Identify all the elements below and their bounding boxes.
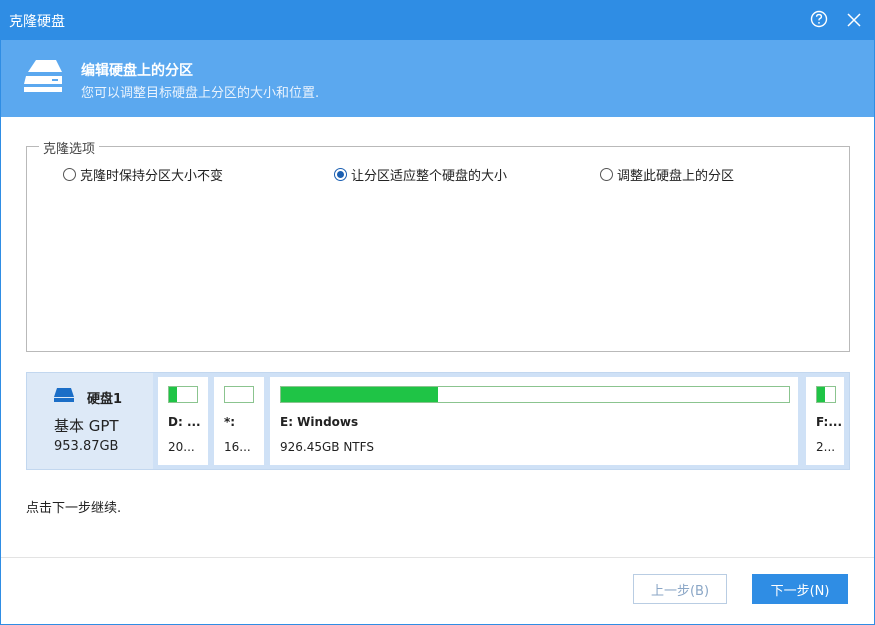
disk-info[interactable]: 硬盘1 基本 GPT 953.87GB (27, 373, 153, 469)
partition-info: 16... (224, 440, 251, 454)
footer-divider (0, 557, 875, 558)
radio-unchecked-icon (63, 168, 76, 181)
radio-checked-icon (334, 168, 347, 181)
clone-options-legend: 克隆选项 (39, 138, 100, 157)
wizard-header: 编辑硬盘上的分区 您可以调整目标硬盘上分区的大小和位置. (0, 40, 875, 117)
partition-usage-bar (816, 386, 836, 403)
partition-name: *: (224, 415, 236, 429)
partition-usage-bar (280, 386, 790, 403)
hint-text: 点击下一步继续. (26, 501, 122, 516)
radio-unchecked-icon (600, 168, 613, 181)
partition-f[interactable]: F:... 2... (806, 377, 844, 465)
partition-e-windows[interactable]: E: Windows 926.45GB NTFS (270, 377, 798, 465)
option-edit-partitions-radio[interactable]: 调整此硬盘上的分区 (600, 165, 734, 184)
partition-unallocated[interactable]: *: 16... (214, 377, 264, 465)
header-title: 编辑硬盘上的分区 (81, 63, 193, 79)
help-icon[interactable] (809, 9, 829, 29)
partition-name: E: Windows (280, 415, 359, 429)
partition-info: 926.45GB NTFS (280, 440, 374, 454)
prev-button[interactable]: 上一步(B) (633, 574, 727, 604)
disk-type: 基本 GPT (54, 417, 119, 435)
disk-map: 硬盘1 基本 GPT 953.87GB D: ... 20... *: 16..… (26, 372, 850, 470)
clone-options-group: 克隆选项 克隆时保持分区大小不变 让分区适应整个硬盘的大小 调整此硬盘上的分区 (26, 138, 850, 352)
disk-size: 953.87GB (54, 439, 119, 454)
option-keep-size-label: 克隆时保持分区大小不变 (80, 169, 224, 184)
partition-info: 2... (816, 440, 836, 454)
close-icon[interactable] (843, 9, 865, 31)
window-title: 克隆硬盘 (9, 14, 65, 30)
title-bar: 克隆硬盘 (0, 0, 875, 40)
option-keep-size-radio[interactable]: 克隆时保持分区大小不变 (63, 165, 223, 184)
partition-name: F:... (816, 415, 843, 429)
partition-name: D: ... (168, 415, 201, 429)
partition-edit-icon (24, 60, 62, 92)
disk-name: 硬盘1 (87, 392, 123, 407)
option-fit-disk-radio[interactable]: 让分区适应整个硬盘的大小 (334, 165, 507, 184)
next-button[interactable]: 下一步(N) (752, 574, 848, 604)
partition-d[interactable]: D: ... 20... (158, 377, 208, 465)
partition-usage-bar (168, 386, 198, 403)
partition-usage-bar (224, 386, 254, 403)
option-edit-partitions-label: 调整此硬盘上的分区 (617, 169, 735, 184)
header-subtitle: 您可以调整目标硬盘上分区的大小和位置. (81, 86, 320, 101)
hard-disk-icon (54, 388, 74, 402)
partition-info: 20... (168, 440, 195, 454)
option-fit-disk-label: 让分区适应整个硬盘的大小 (351, 169, 508, 184)
